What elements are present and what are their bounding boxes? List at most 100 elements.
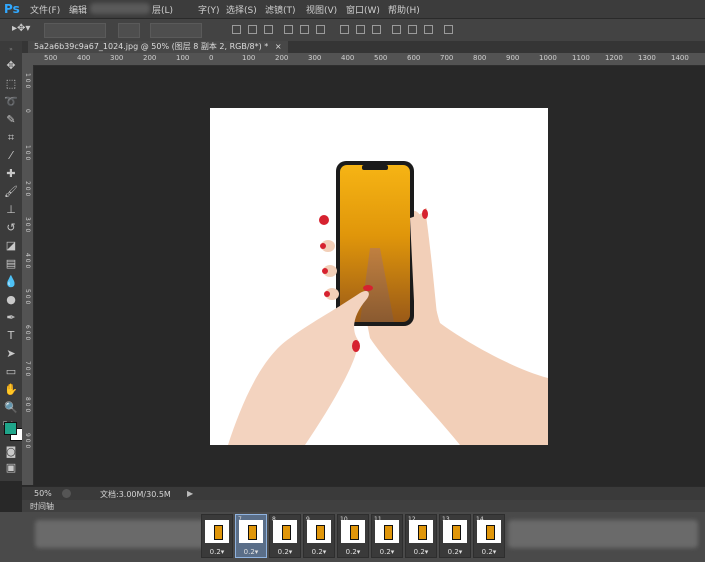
align-left-icon[interactable] — [284, 25, 293, 34]
frame-duration[interactable]: 0.2▾ — [406, 548, 436, 556]
ruler-top-label: 400 — [77, 54, 91, 62]
gradient-tool-icon[interactable]: ▤ — [4, 257, 18, 271]
foreground-color-swatch[interactable] — [4, 422, 17, 435]
ruler-left-label: 5 0 0 — [24, 289, 31, 305]
frame-duration[interactable]: 0.2▾ — [338, 548, 368, 556]
shape-tool-icon[interactable]: ▭ — [4, 365, 18, 379]
frame-duration[interactable]: 0.2▾ — [236, 548, 266, 556]
zoom-tool-icon[interactable]: 🔍 — [4, 401, 18, 415]
menu-window[interactable]: 窗口(W) — [346, 3, 380, 16]
frame-duration[interactable]: 0.2▾ — [474, 548, 504, 556]
ruler-left-label: 2 0 0 — [24, 181, 31, 197]
status-menu-arrow-icon[interactable]: ▶ — [187, 489, 193, 498]
hand-tool-icon[interactable]: ✋ — [4, 383, 18, 397]
timeline-frame[interactable]: 13 0.2▾ — [439, 514, 471, 558]
timeline-frame[interactable]: 14 0.2▾ — [473, 514, 505, 558]
align-top-icon[interactable] — [232, 25, 241, 34]
dodge-tool-icon[interactable]: ● — [4, 293, 18, 307]
ruler-top-label: 700 — [440, 54, 454, 62]
status-icon[interactable] — [62, 489, 71, 498]
eyedropper-tool-icon[interactable]: ⁄ — [4, 149, 18, 163]
distribute-hcenter-icon[interactable] — [408, 25, 417, 34]
timeline-label: 时间轴 — [30, 502, 54, 511]
panel-collapse-icon[interactable]: » — [4, 43, 18, 57]
frame-thumbnail — [341, 520, 365, 543]
transform-controls-toggle[interactable] — [150, 23, 202, 38]
menu-help[interactable]: 帮助(H) — [388, 3, 420, 16]
healing-brush-tool-icon[interactable]: ✚ — [4, 167, 18, 181]
menu-view[interactable]: 视图(V) — [306, 3, 337, 16]
status-bar: 50% 文档:3.00M/30.5M ▶ — [22, 486, 705, 501]
align-right-icon[interactable] — [316, 25, 325, 34]
history-brush-tool-icon[interactable]: ↺ — [4, 221, 18, 235]
timeline-frame[interactable]: 0.2▾ — [201, 514, 233, 558]
ruler-top-label: 100 — [242, 54, 256, 62]
frame-duration[interactable]: 0.2▾ — [372, 548, 402, 556]
menu-file[interactable]: 文件(F) — [30, 3, 60, 16]
quick-mask-icon[interactable]: ◙ — [4, 445, 18, 459]
document-tab[interactable]: 5a2a6b39c9a67_1024.jpg @ 50% (图层 8 副本 2,… — [28, 41, 288, 53]
menu-type[interactable]: 字(Y) — [198, 3, 220, 16]
layer-dropdown[interactable] — [118, 23, 140, 38]
timeline-frame[interactable]: 12 0.2▾ — [405, 514, 437, 558]
tools-panel: » ✥ ⬚ ➰ ✎ ⌗ ⁄ ✚ 🖌 ⊥ ↺ ◪ ▤ 💧 ● ✒ T ➤ ▭ ✋ … — [0, 41, 23, 481]
blur-tool-icon[interactable]: 💧 — [4, 275, 18, 289]
ruler-top-label: 500 — [44, 54, 58, 62]
lasso-tool-icon[interactable]: ➰ — [4, 95, 18, 109]
ruler-top-label: 900 — [506, 54, 520, 62]
type-tool-icon[interactable]: T — [4, 329, 18, 343]
path-select-tool-icon[interactable]: ➤ — [4, 347, 18, 361]
ruler-top-label: 1200 — [605, 54, 623, 62]
menu-filter[interactable]: 滤镜(T) — [265, 3, 296, 16]
align-vcenter-icon[interactable] — [248, 25, 257, 34]
timeline-frame-selected[interactable]: 7 0.2▾ — [235, 514, 267, 558]
clone-stamp-tool-icon[interactable]: ⊥ — [4, 203, 18, 217]
brush-tool-icon[interactable]: 🖌 — [4, 185, 18, 199]
distribute-left-icon[interactable] — [392, 25, 401, 34]
distribute-top-icon[interactable] — [340, 25, 349, 34]
document-size: 文档:3.00M/30.5M — [100, 490, 171, 499]
photoshop-logo: Ps — [4, 2, 20, 16]
ruler-top-label: 200 — [143, 54, 157, 62]
ruler-left-label: 0 — [24, 109, 31, 113]
frame-thumbnail — [307, 520, 331, 543]
crop-tool-icon[interactable]: ⌗ — [4, 131, 18, 145]
quick-select-tool-icon[interactable]: ✎ — [4, 113, 18, 127]
ruler-left-label: 1 0 0 — [24, 145, 31, 161]
menu-select[interactable]: 选择(S) — [226, 3, 257, 16]
timeline-frame[interactable]: 8 0.2▾ — [269, 514, 301, 558]
auto-align-icon[interactable] — [444, 25, 453, 34]
frame-duration[interactable]: 0.2▾ — [304, 548, 334, 556]
distribute-vcenter-icon[interactable] — [356, 25, 365, 34]
frame-duration[interactable]: 0.2▾ — [202, 548, 232, 556]
ruler-left-label: 9 0 0 — [24, 433, 31, 449]
distribute-bottom-icon[interactable] — [372, 25, 381, 34]
move-tool-preset-icon[interactable]: ▸✥▾ — [12, 23, 38, 37]
frame-duration[interactable]: 0.2▾ — [270, 548, 300, 556]
zoom-level[interactable]: 50% — [34, 489, 52, 498]
timeline-frame[interactable]: 9 0.2▾ — [303, 514, 335, 558]
document-tab-title: 5a2a6b39c9a67_1024.jpg @ 50% (图层 8 副本 2,… — [34, 42, 269, 51]
ruler-top-label: 200 — [275, 54, 289, 62]
pen-tool-icon[interactable]: ✒ — [4, 311, 18, 325]
align-bottom-icon[interactable] — [264, 25, 273, 34]
ruler-left-label: 7 0 0 — [24, 361, 31, 377]
timeline-frame[interactable]: 10 0.2▾ — [337, 514, 369, 558]
frame-thumbnail — [409, 520, 433, 543]
move-tool-icon[interactable]: ✥ — [4, 59, 18, 73]
align-hcenter-icon[interactable] — [300, 25, 309, 34]
menu-edit[interactable]: 编辑 — [69, 3, 87, 16]
screen-mode-icon[interactable]: ▣ — [4, 461, 18, 475]
frame-duration[interactable]: 0.2▾ — [440, 548, 470, 556]
eraser-tool-icon[interactable]: ◪ — [4, 239, 18, 253]
menu-layer[interactable]: 层(L) — [152, 3, 173, 16]
auto-select-dropdown[interactable] — [44, 23, 106, 38]
vertical-ruler: 1 0 0 0 1 0 0 2 0 0 3 0 0 4 0 0 5 0 0 6 0 0 7 0 … — [22, 65, 34, 485]
ruler-top-label: 1000 — [539, 54, 557, 62]
document-canvas[interactable] — [210, 108, 548, 445]
timeline-frame[interactable]: 11 0.2▾ — [371, 514, 403, 558]
close-tab-icon[interactable]: × — [275, 42, 282, 51]
marquee-tool-icon[interactable]: ⬚ — [4, 77, 18, 91]
distribute-right-icon[interactable] — [424, 25, 433, 34]
blurred-region — [90, 3, 150, 14]
